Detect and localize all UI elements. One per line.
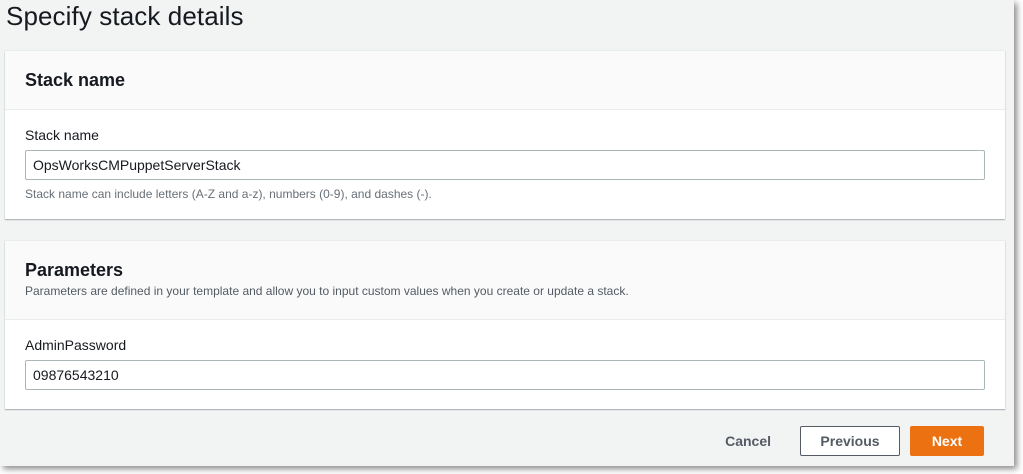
wizard-actions: Cancel Previous Next	[715, 426, 984, 456]
stack-name-panel-header: Stack name	[5, 51, 1005, 110]
stack-name-input[interactable]	[25, 150, 985, 180]
cancel-button[interactable]: Cancel	[715, 426, 781, 456]
admin-password-input[interactable]	[25, 360, 985, 390]
parameters-panel: Parameters Parameters are defined in you…	[5, 241, 1005, 409]
parameters-panel-header: Parameters Parameters are defined in you…	[5, 241, 1005, 320]
parameters-panel-description: Parameters are defined in your template …	[25, 284, 629, 298]
stack-name-panel-title: Stack name	[25, 70, 126, 90]
parameters-panel-body: AdminPassword	[5, 337, 1005, 390]
stack-name-panel-body: Stack name Stack name can include letter…	[5, 127, 1005, 201]
next-button[interactable]: Next	[910, 426, 984, 456]
admin-password-label: AdminPassword	[25, 337, 127, 353]
stack-name-hint: Stack name can include letters (A-Z and …	[25, 187, 432, 201]
previous-button[interactable]: Previous	[800, 426, 900, 456]
page-title: Specify stack details	[6, 1, 244, 31]
wizard-frame: Specify stack details Stack name Stack n…	[0, 0, 1014, 466]
stack-name-label: Stack name	[25, 127, 99, 143]
parameters-panel-title: Parameters	[25, 260, 124, 280]
stack-name-panel: Stack name Stack name Stack name can inc…	[5, 51, 1005, 219]
